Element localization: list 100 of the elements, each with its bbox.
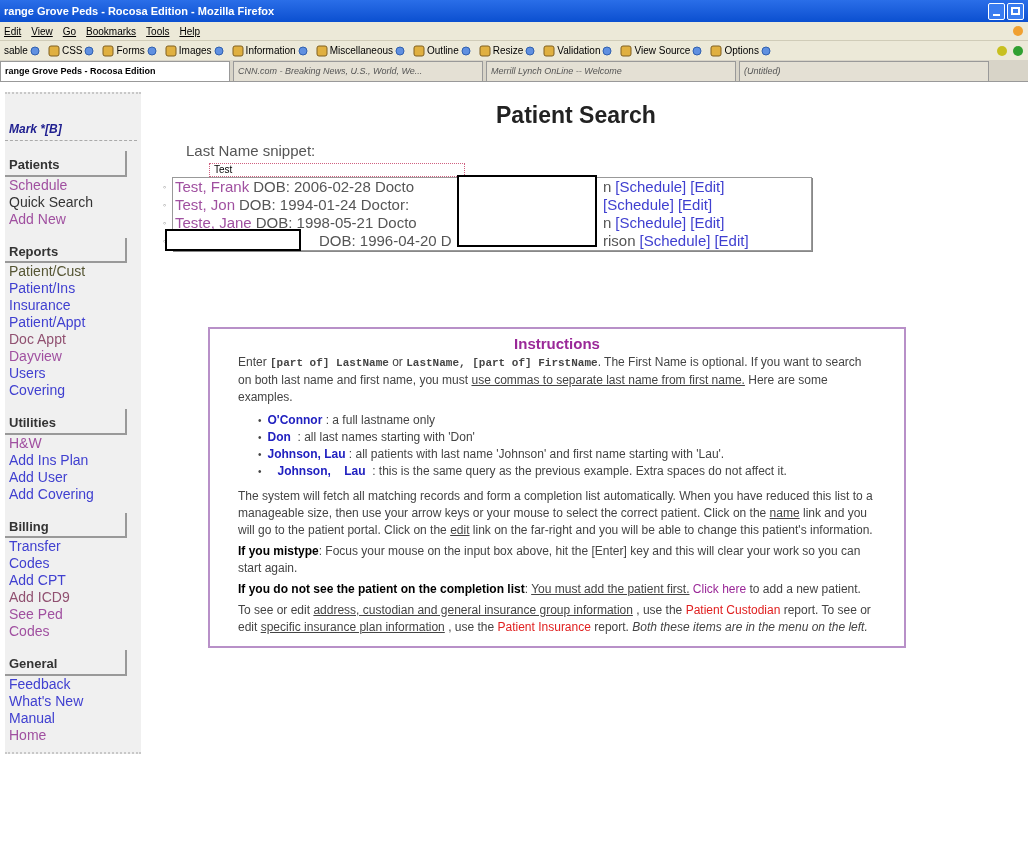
browser-tab[interactable]: CNN.com - Breaking News, U.S., World, We... bbox=[233, 61, 483, 81]
schedule-link[interactable]: [Schedule] bbox=[603, 195, 674, 214]
schedule-link[interactable]: [Schedule] bbox=[639, 231, 711, 250]
toolbar-icon[interactable] bbox=[543, 44, 556, 57]
patient-link[interactable]: Test, Frank bbox=[175, 177, 250, 196]
sidebar-link[interactable]: Patient/Cust bbox=[5, 263, 90, 280]
toolbar-icon[interactable] bbox=[620, 44, 633, 57]
toolbar-button[interactable]: Images bbox=[178, 43, 212, 58]
example-text: Johnson, Lau : all patients with last name 'Johnson' and first name starting with 'Lau'. bbox=[267, 445, 725, 463]
section-header: Billing bbox=[5, 512, 127, 538]
sidebar-link[interactable]: See Ped Codes bbox=[5, 606, 105, 640]
patient-link[interactable]: Teste, Jane bbox=[175, 213, 252, 232]
toolbar-icon[interactable] bbox=[164, 44, 177, 57]
instruction-paragraph: If you do not see the patient on the completion list: You must add the patient first. Click here to add a new patient. bbox=[238, 580, 862, 598]
page-heading: Patient Search bbox=[496, 101, 657, 128]
dropdown-icon[interactable] bbox=[29, 45, 40, 56]
toolbar-button[interactable]: Validation bbox=[557, 43, 601, 58]
toolbar-icon[interactable] bbox=[47, 44, 60, 57]
sidebar-link[interactable]: Add User bbox=[5, 468, 72, 486]
dropdown-icon[interactable] bbox=[297, 45, 308, 56]
sidebar-link[interactable]: What's New bbox=[5, 692, 88, 710]
toolbar-button[interactable]: Miscellaneous bbox=[329, 43, 393, 58]
bullet-icon: ◦ bbox=[163, 213, 173, 232]
sidebar-link[interactable]: Add New bbox=[5, 210, 70, 228]
toolbar-button[interactable]: Options bbox=[724, 43, 759, 58]
dropdown-icon[interactable] bbox=[460, 45, 471, 56]
sidebar-link[interactable]: Add ICD9 bbox=[5, 589, 74, 606]
bullet-icon: • bbox=[258, 462, 262, 480]
toolbar-icon[interactable] bbox=[413, 44, 425, 57]
text-link[interactable]: Patient Custodian bbox=[685, 602, 781, 617]
bullet-icon: • bbox=[258, 445, 262, 463]
sidebar-link[interactable]: Covering bbox=[5, 382, 70, 399]
bullet-icon: ◦ bbox=[163, 195, 173, 214]
window-title: range Grove Peds - Rocosa Edition - Mozilla Firefox bbox=[4, 3, 275, 19]
field-label: Last Name snippet: bbox=[186, 141, 317, 161]
toolbar-button[interactable]: Information bbox=[245, 43, 296, 58]
dropdown-icon[interactable] bbox=[84, 45, 95, 56]
sidebar-link[interactable]: Insurance bbox=[5, 297, 75, 314]
dropdown-icon[interactable] bbox=[213, 45, 224, 56]
edit-link[interactable]: [Edit] bbox=[690, 213, 725, 232]
bullet-icon: ◦ bbox=[163, 231, 173, 250]
example-text: Johnson, Lau : this is the same query as the previous example. Extra spaces do not affect it. bbox=[276, 462, 787, 480]
toolbar-icon[interactable] bbox=[102, 44, 115, 57]
browser-tab[interactable]: Merrill Lynch OnLine -- Welcome bbox=[486, 61, 736, 81]
dropdown-icon[interactable] bbox=[692, 45, 703, 56]
browser-tab[interactable]: (Untitled) bbox=[739, 61, 989, 81]
menu-item[interactable]: Bookmarks bbox=[86, 23, 137, 39]
menu-item[interactable]: Tools bbox=[146, 23, 170, 39]
minimize-button[interactable] bbox=[988, 2, 1005, 20]
dropdown-icon[interactable] bbox=[760, 45, 771, 56]
dropdown-icon[interactable] bbox=[525, 45, 536, 56]
toolbar-button[interactable]: Forms bbox=[116, 43, 145, 58]
sidebar-link[interactable]: H&W bbox=[5, 434, 46, 452]
text-link[interactable]: Click here bbox=[689, 581, 747, 596]
sidebar-link[interactable]: Patient/Ins bbox=[5, 280, 80, 297]
patient-link[interactable]: Test, Jon bbox=[175, 195, 236, 214]
edit-link[interactable]: [Edit] bbox=[714, 231, 749, 250]
menu-item[interactable]: View bbox=[31, 23, 53, 39]
patient-details: DOB: 1996-04-20 D bbox=[319, 231, 452, 250]
sidebar-link[interactable]: Doc Appt bbox=[5, 331, 70, 348]
search-field[interactable]: Test bbox=[209, 162, 465, 177]
toolbar-button[interactable]: View Source bbox=[634, 43, 691, 58]
browser-tab[interactable]: range Grove Peds - Rocosa Edition bbox=[0, 61, 230, 81]
sidebar-link[interactable]: Manual bbox=[5, 709, 59, 727]
sidebar-link[interactable]: Feedback bbox=[5, 675, 75, 693]
dropdown-icon[interactable] bbox=[602, 45, 613, 56]
sidebar-link[interactable]: Add Ins Plan bbox=[5, 451, 93, 469]
edit-link[interactable]: [Edit] bbox=[690, 177, 725, 196]
edit-link[interactable]: [Edit] bbox=[677, 195, 713, 214]
toolbar-icon[interactable] bbox=[315, 44, 328, 57]
schedule-link[interactable]: [Schedule] bbox=[615, 213, 687, 232]
bullet-icon: • bbox=[258, 411, 262, 429]
dropdown-icon[interactable] bbox=[395, 45, 405, 56]
section-header: Reports bbox=[5, 237, 127, 263]
sidebar-link[interactable]: Home bbox=[5, 726, 51, 744]
sidebar-link[interactable]: Schedule bbox=[5, 176, 72, 194]
instruction-paragraph: The system will fetch all matching records and form a completion list automatically. When you have reduced this list to a manageable size, then use your arrow keys or your mouse to select the correct patient. Click on the name link and you will go to the patient portal. Click on the edit link on the far-right and you will be able to change this patient's information. bbox=[238, 487, 874, 539]
schedule-link[interactable]: [Schedule] bbox=[615, 177, 687, 196]
sidebar-link[interactable]: Add Covering bbox=[5, 485, 98, 503]
toolbar-icon[interactable] bbox=[231, 44, 244, 57]
menu-item[interactable]: Go bbox=[62, 23, 77, 39]
sidebar-link[interactable]: Add CPT bbox=[5, 572, 70, 589]
sidebar-link[interactable]: Users bbox=[5, 365, 50, 382]
text-link[interactable]: Patient Insurance bbox=[497, 619, 591, 634]
menu-item[interactable]: Edit bbox=[4, 23, 22, 39]
toolbar-button[interactable]: sable bbox=[4, 43, 28, 58]
patient-details: DOB: 1994-01-24 Doctor: bbox=[239, 195, 410, 214]
sidebar-link[interactable]: Patient/Appt bbox=[5, 314, 90, 331]
sidebar-link[interactable]: Dayview bbox=[5, 348, 66, 365]
maximize-button[interactable] bbox=[1007, 2, 1024, 20]
instruction-paragraph: To see or edit address, custodian and general insurance group information , use the Patient Custodian report. To see or edit specific insurance plan information , use the Patient Insurance report. Both these items are in the menu on the left. bbox=[238, 601, 872, 636]
sidebar-link[interactable]: Quick Search bbox=[5, 193, 98, 211]
toolbar-button[interactable]: Resize bbox=[492, 43, 524, 58]
toolbar-icon[interactable] bbox=[478, 44, 491, 57]
toolbar-icon[interactable] bbox=[710, 44, 723, 57]
toolbar-button[interactable]: Outline bbox=[427, 43, 459, 58]
dropdown-icon[interactable] bbox=[146, 45, 157, 56]
toolbar-button[interactable]: CSS bbox=[61, 43, 83, 58]
menu-item[interactable]: Help bbox=[179, 23, 201, 39]
sidebar-link[interactable]: Transfer Codes bbox=[5, 538, 105, 572]
